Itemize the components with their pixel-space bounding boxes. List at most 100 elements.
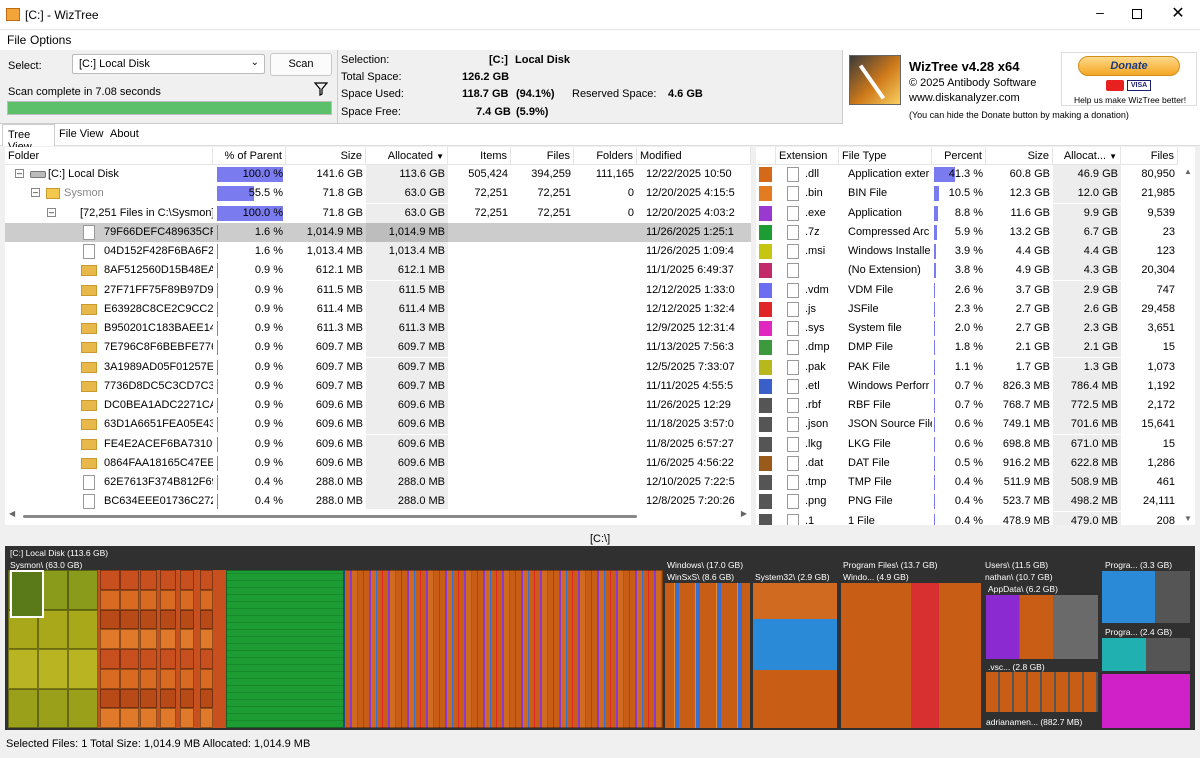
ext-row[interactable]: .json JSON Source File 0.6 % 749.1 MB 701.6 … [756, 415, 1181, 435]
scroll-up-icon[interactable]: ▲ [1184, 167, 1192, 176]
scan-button[interactable]: Scan [270, 53, 332, 76]
tab-file-view[interactable]: File View [59, 128, 103, 140]
tree-hscroll-thumb[interactable] [23, 515, 637, 518]
treemap-tile[interactable] [160, 668, 176, 689]
treemap-tile[interactable] [140, 629, 157, 649]
treemap-tile[interactable] [100, 708, 120, 728]
treemap-tile[interactable] [160, 688, 176, 709]
ext-row[interactable]: .dmp DMP File 1.8 % 2.1 GB 2.1 GB 15 [756, 338, 1181, 358]
treemap-tile[interactable] [200, 668, 213, 689]
treemap-tile[interactable] [140, 589, 157, 610]
treemap-tile[interactable] [180, 609, 194, 630]
treemap-tile[interactable] [120, 570, 139, 590]
header-ext-files[interactable]: Files [1121, 147, 1178, 165]
treemap-mixed-block[interactable] [344, 570, 663, 728]
tree-row[interactable]: 7E796C8F6BEBFE776B 0.9 % 609.7 MB 609.7 MB 1… [5, 338, 751, 358]
treemap-tile[interactable] [160, 589, 176, 610]
treemap-tile[interactable] [200, 589, 213, 610]
treemap-tile[interactable] [100, 609, 120, 630]
treemap-tile[interactable] [100, 589, 120, 610]
tree-row[interactable]: B950201C183BAEE147 0.9 % 611.3 MB 611.3 MB 1… [5, 319, 751, 338]
header-ext-size[interactable]: Size [986, 147, 1053, 165]
scroll-down-icon[interactable]: ▼ [1184, 514, 1192, 523]
treemap-tile[interactable] [38, 688, 68, 728]
ext-row[interactable]: .dll Application exter 41.3 % 60.8 GB 46.9 G… [756, 165, 1181, 184]
tree-row[interactable]: – [72,251 Files in C:\Sysmon] 100.0 % 71.8 … [5, 203, 751, 223]
treemap-tile[interactable] [200, 649, 213, 669]
treemap-tile[interactable] [140, 668, 157, 689]
tree-row[interactable]: FE4E2ACEF6BA73109 0.9 % 609.6 MB 609.6 MB 11… [5, 434, 751, 454]
treemap-tile[interactable] [180, 668, 194, 689]
treemap-block-progra2[interactable] [1102, 638, 1190, 671]
expand-toggle-icon[interactable]: – [15, 169, 24, 178]
treemap-tile[interactable] [120, 629, 139, 649]
treemap-tile[interactable] [68, 570, 98, 610]
tree-row[interactable]: E63928C8CE2C9CC21I 0.9 % 611.4 MB 611.4 MB 1… [5, 299, 751, 319]
treemap-tile[interactable] [100, 688, 120, 709]
ext-row[interactable]: .msi Windows Installe 3.9 % 4.4 GB 4.4 GB 123 [756, 242, 1181, 261]
treemap-tile[interactable] [140, 570, 157, 590]
treemap-tile[interactable] [160, 649, 176, 669]
treemap-block-vsc[interactable] [986, 672, 1098, 712]
menu-options[interactable]: Options [30, 33, 71, 47]
ext-row[interactable]: .png PNG File 0.4 % 523.7 MB 498.2 MB 24,111 [756, 492, 1181, 512]
treemap-tile[interactable] [200, 609, 213, 630]
drive-select[interactable]: [C:] Local Disk ⌄ [72, 54, 265, 74]
tree-row[interactable]: 79F66DEFC489635CF5 1.6 % 1,014.9 MB 1,014.9… [5, 222, 751, 242]
treemap-tile[interactable] [68, 688, 98, 728]
treemap-tile[interactable] [100, 649, 120, 669]
header-pct-parent[interactable]: % of Parent [213, 147, 286, 165]
treemap-tile[interactable] [160, 609, 176, 630]
header-items[interactable]: Items [448, 147, 511, 165]
treemap-tile[interactable] [180, 629, 194, 649]
treemap-tile[interactable] [180, 589, 194, 610]
treemap-tile[interactable] [200, 688, 213, 709]
ext-row[interactable]: .dat DAT File 0.5 % 916.2 MB 622.8 MB 1,286 [756, 453, 1181, 473]
tab-tree-view[interactable]: Tree View [2, 124, 55, 153]
tree-row[interactable]: 8AF512560D15B48EA 0.9 % 612.1 MB 612.1 MB 11… [5, 261, 751, 281]
treemap-tile[interactable] [160, 629, 176, 649]
tree-row[interactable]: 62E7613F374B812F69 0.4 % 288.0 MB 288.0 MB 1… [5, 473, 751, 492]
treemap-tile[interactable] [68, 649, 98, 689]
ext-vscrollbar[interactable]: ▲ ▼ [1181, 165, 1195, 525]
ext-row[interactable]: .rbf RBF File 0.7 % 768.7 MB 772.5 MB 2,172 [756, 396, 1181, 415]
treemap[interactable]: [C:] Local Disk (113.6 GB) Sysmon\ (63.0… [5, 546, 1195, 730]
treemap-tile[interactable] [100, 629, 120, 649]
header-extension[interactable]: Extension [776, 147, 839, 165]
treemap-selected-tile[interactable] [10, 570, 44, 618]
treemap-tile[interactable] [8, 688, 38, 728]
treemap-tile[interactable] [160, 570, 176, 590]
tree-row[interactable]: 63D1A6651FEA05E43 0.9 % 609.6 MB 609.6 MB 11… [5, 415, 751, 435]
header-file-type[interactable]: File Type [839, 147, 932, 165]
treemap-tile[interactable] [100, 668, 120, 689]
expand-toggle-icon[interactable]: – [47, 207, 56, 217]
header-percent[interactable]: Percent [932, 147, 986, 165]
tree-row[interactable]: 3A1989AD05F01257E 0.9 % 609.7 MB 609.7 MB 12… [5, 357, 751, 377]
treemap-tile[interactable] [200, 708, 213, 728]
header-allocated[interactable]: Allocated ▼ [366, 147, 448, 165]
tree-row[interactable]: 0864FAA18165C47EE 0.9 % 609.6 MB 609.6 MB 11… [5, 453, 751, 473]
tree-row[interactable]: DC0BEA1ADC2271CA 0.9 % 609.6 MB 609.6 MB 11/… [5, 396, 751, 415]
treemap-tile[interactable] [140, 649, 157, 669]
treemap-tile[interactable] [120, 708, 139, 728]
donate-button[interactable]: Donate [1078, 56, 1180, 76]
ext-row[interactable]: .bin BIN File 10.5 % 12.3 GB 12.0 GB 21,985 [756, 184, 1181, 204]
treemap-tile[interactable] [8, 649, 38, 689]
treemap-tile[interactable] [200, 570, 213, 590]
scroll-right-icon[interactable]: ▶ [741, 509, 747, 518]
close-button[interactable]: ✕ [1163, 3, 1193, 25]
treemap-block-appdata[interactable] [986, 595, 1098, 659]
treemap-tile[interactable] [180, 708, 194, 728]
treemap-block-progra1[interactable] [1102, 571, 1190, 623]
header-size[interactable]: Size [286, 147, 366, 165]
ext-row[interactable]: .pak PAK File 1.1 % 1.7 GB 1.3 GB 1,073 [756, 357, 1181, 377]
treemap-block-winsxs[interactable] [665, 583, 750, 728]
treemap-tile[interactable] [120, 589, 139, 610]
maximize-button[interactable] [1122, 4, 1152, 26]
ext-row[interactable]: .sys System file 2.0 % 2.7 GB 2.3 GB 3,651 [756, 319, 1181, 338]
treemap-tile[interactable] [140, 708, 157, 728]
expand-toggle-icon[interactable]: – [31, 188, 40, 198]
treemap-tile[interactable] [200, 629, 213, 649]
ext-row[interactable]: .1 1 File 0.4 % 478.9 MB 479.0 MB 208 [756, 511, 1181, 525]
filter-icon[interactable] [313, 82, 329, 96]
